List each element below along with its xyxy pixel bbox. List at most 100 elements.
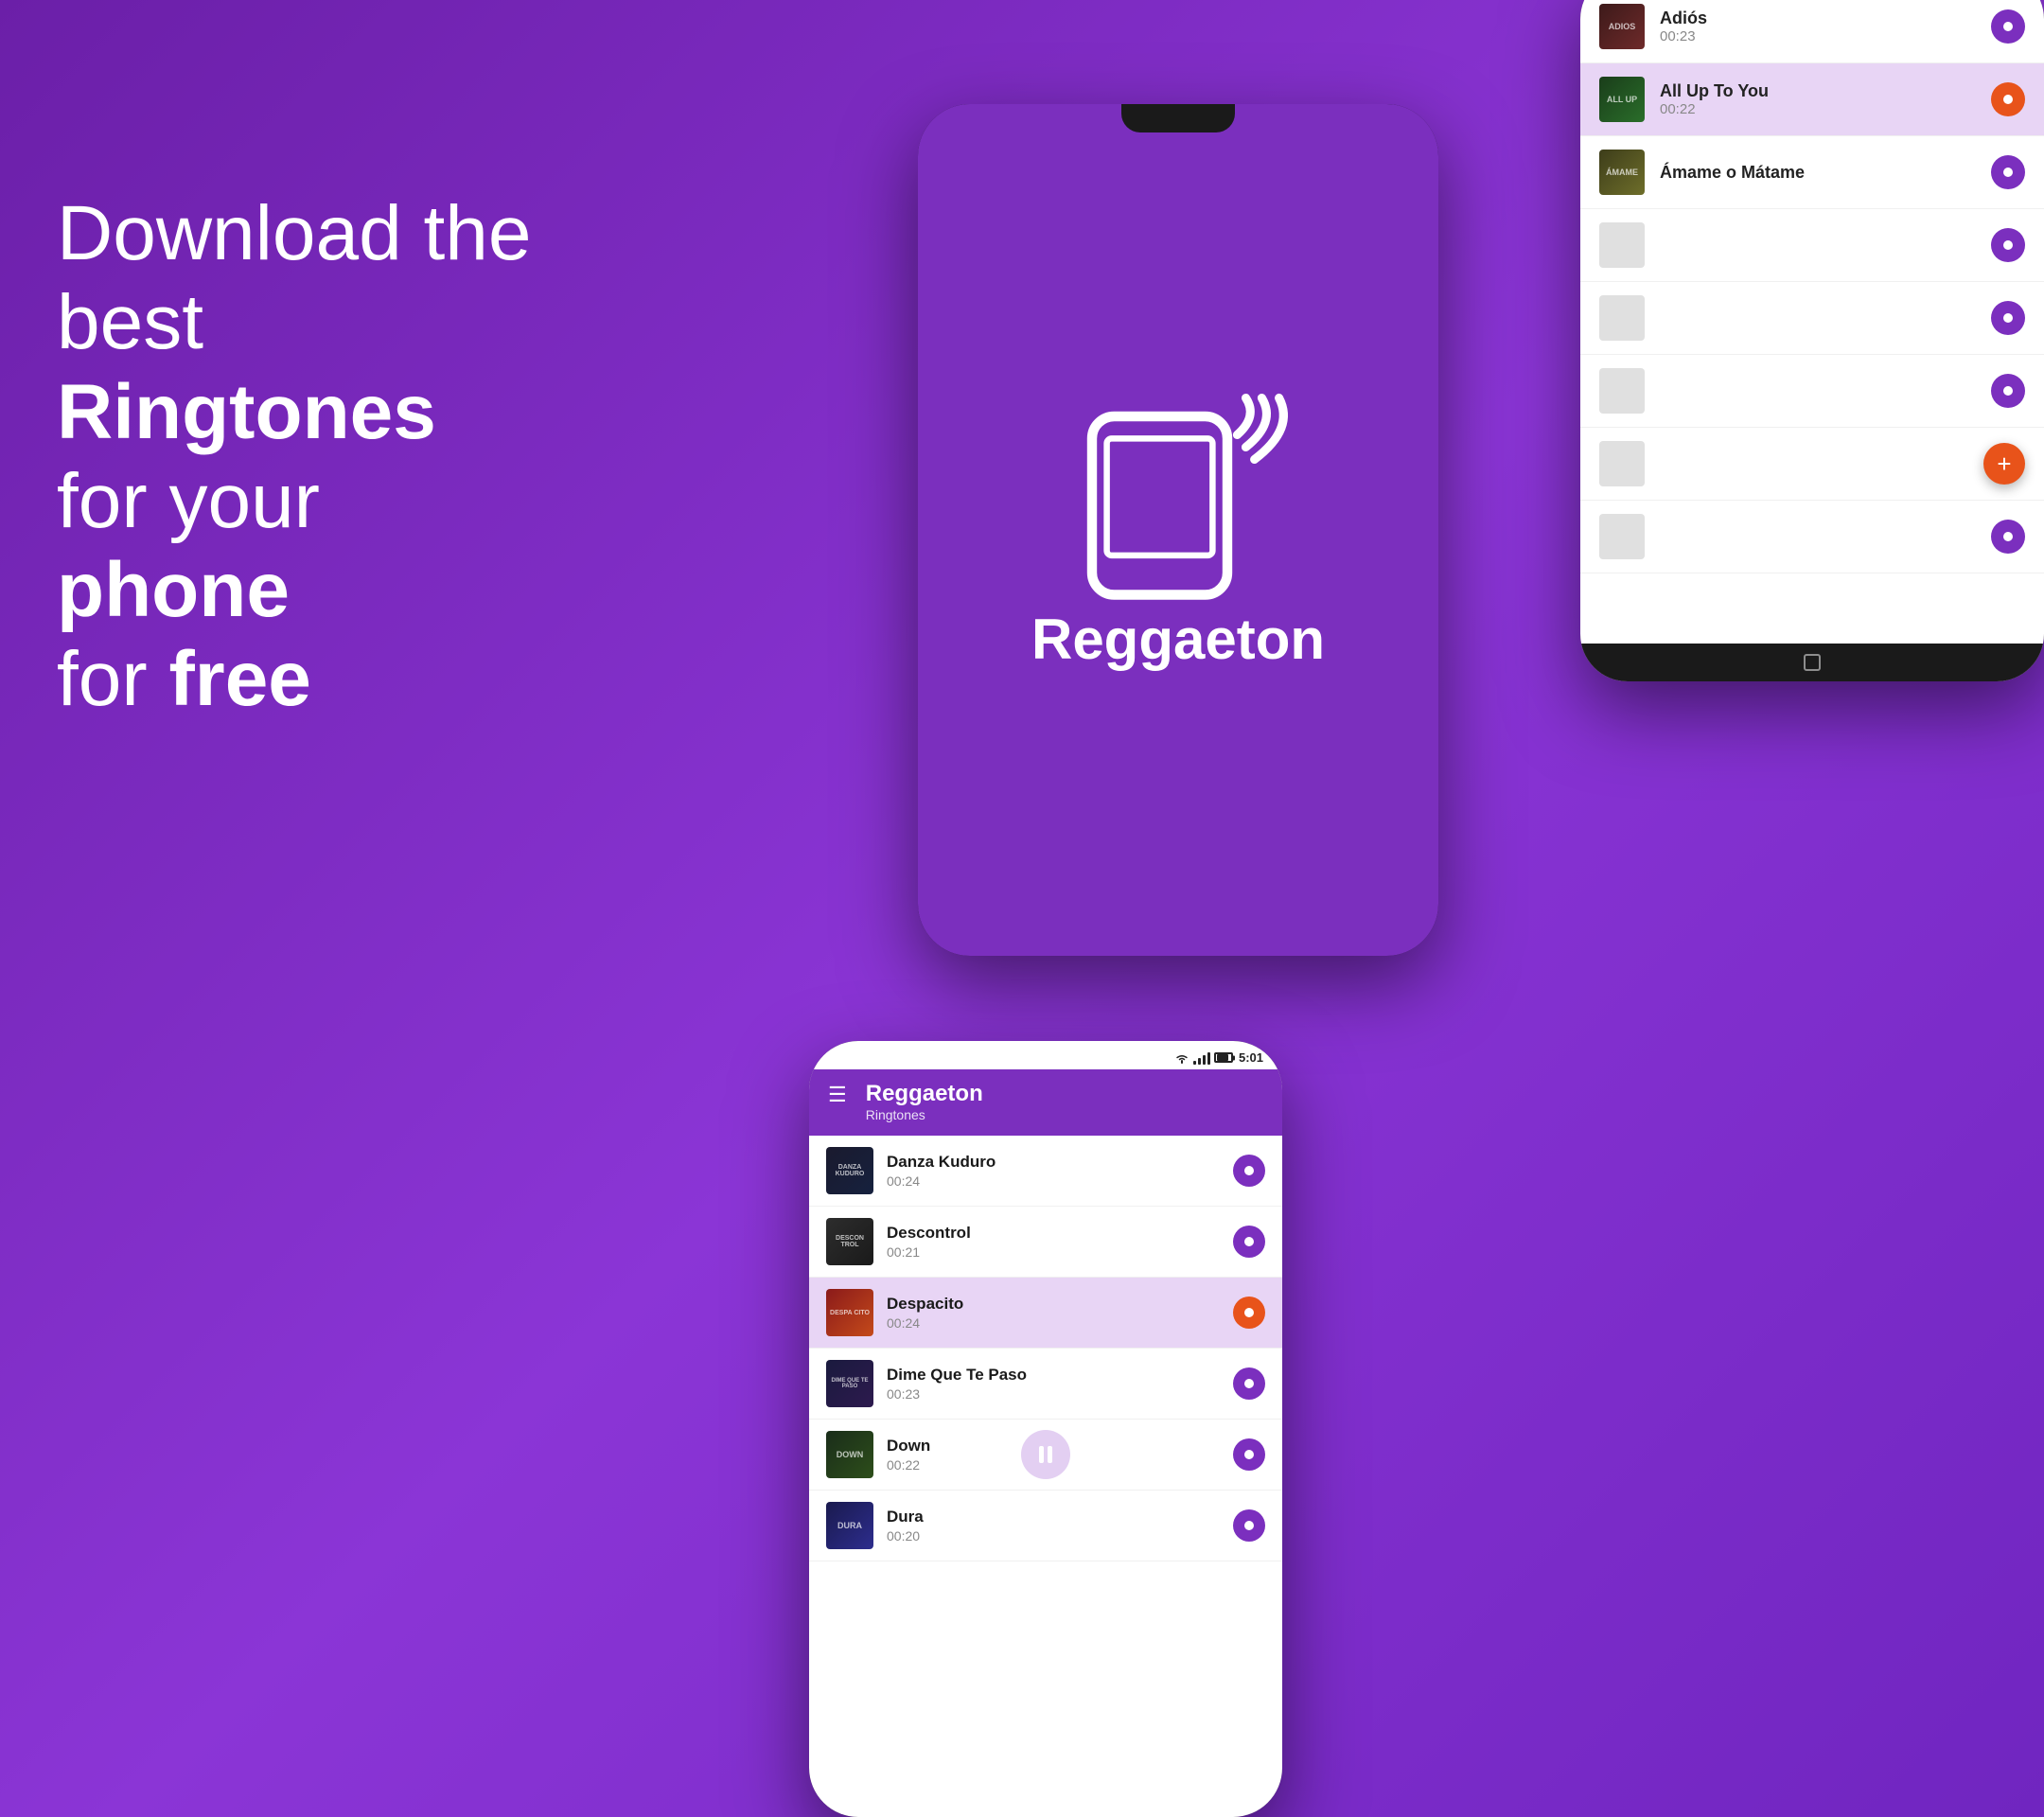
front-play-btn-dura[interactable] [1233, 1509, 1265, 1542]
front-song-item-dime[interactable]: DIME QUE TE PASO Dime Que Te Paso 00:23 [809, 1349, 1282, 1420]
back-play-btn-adios[interactable] [1991, 9, 2025, 44]
front-song-duration-danza: 00:24 [887, 1173, 996, 1189]
phone-center-notch [1121, 104, 1235, 132]
back-song-item-allup[interactable]: ALL UP All Up To You 00:22 [1580, 63, 2044, 136]
signal-bars [1193, 1051, 1210, 1065]
front-song-item-danza[interactable]: DANZA KUDURO Danza Kuduro 00:24 [809, 1136, 1282, 1207]
hero-line1-text: Download the [57, 190, 531, 276]
hero-free-bold: free [168, 636, 310, 722]
front-song-title-dura: Dura [887, 1508, 924, 1526]
front-dot-despacito [1244, 1308, 1254, 1317]
signal-bar-1 [1193, 1061, 1196, 1065]
back-song-item-4[interactable] [1580, 209, 2044, 282]
front-song-item-descontrol[interactable]: DESCON TROL Descontrol 00:21 [809, 1207, 1282, 1278]
back-play-btn-allup[interactable] [1991, 82, 2025, 116]
back-thumb-8 [1599, 514, 1645, 559]
front-song-item-down[interactable]: DOWN Down 00:22 [809, 1420, 1282, 1491]
back-thumb-7 [1599, 441, 1645, 486]
front-song-item-despacito[interactable]: DESPA CITO Despacito 00:24 [809, 1278, 1282, 1349]
back-play-btn-amate[interactable] [1991, 155, 2025, 189]
back-song-item-5[interactable] [1580, 282, 2044, 355]
phone-center-screen: Reggaeton [918, 104, 1438, 956]
back-song-item-amate[interactable]: ÁMAME Ámame o Mátame [1580, 136, 2044, 209]
battery-icon [1214, 1052, 1233, 1063]
back-song-item-7[interactable]: + [1580, 428, 2044, 501]
front-pause-btn-down[interactable] [1021, 1430, 1070, 1479]
front-play-btn-danza[interactable] [1233, 1155, 1265, 1187]
front-song-title-despacito: Despacito [887, 1295, 963, 1314]
front-thumb-dime: DIME QUE TE PASO [826, 1360, 873, 1407]
front-thumb-dura: DURA [826, 1502, 873, 1549]
reggaeton-phone-icon [1055, 389, 1301, 616]
front-play-btn-dime[interactable] [1233, 1367, 1265, 1400]
phone-front-screen: 5:01 ☰ Reggaeton Ringtones DANZA KUDURO [809, 1041, 1282, 1817]
front-song-duration-despacito: 00:24 [887, 1315, 963, 1331]
back-song-item-6[interactable] [1580, 355, 2044, 428]
front-play-btn-despacito[interactable] [1233, 1297, 1265, 1329]
hamburger-icon[interactable]: ☰ [828, 1085, 847, 1105]
back-dot-amate [2003, 168, 2013, 177]
front-song-info-dura: Dura 00:20 [887, 1508, 924, 1544]
phone-back-frame: ADIOS Adiós 00:23 ALL UP All Up [1580, 0, 2044, 681]
front-thumb-down: DOWN [826, 1431, 873, 1478]
back-dot-8 [2003, 532, 2013, 541]
front-song-title-descontrol: Descontrol [887, 1224, 971, 1243]
front-song-info-danza: Danza Kuduro 00:24 [887, 1153, 996, 1189]
reggaeton-label: Reggaeton [1031, 607, 1325, 672]
front-thumb-despacito-text: DESPA CITO [826, 1289, 873, 1336]
back-song-duration-adios: 00:23 [1660, 28, 1707, 44]
front-thumb-dime-text: DIME QUE TE PASO [826, 1360, 873, 1407]
battery-fill [1217, 1054, 1228, 1061]
front-dot-dime [1244, 1379, 1254, 1388]
front-thumb-down-text: DOWN [826, 1431, 873, 1478]
front-song-item-dura[interactable]: DURA Dura 00:20 [809, 1491, 1282, 1561]
front-thumb-dura-text: DURA [826, 1502, 873, 1549]
back-song-info-allup: All Up To You 00:22 [1660, 81, 1769, 117]
front-dot-danza [1244, 1166, 1254, 1175]
signal-bar-4 [1207, 1052, 1210, 1065]
back-play-btn-8[interactable] [1991, 520, 2025, 554]
app-title: Reggaeton [866, 1081, 983, 1107]
status-time: 5:01 [1239, 1050, 1263, 1065]
wifi-icon [1174, 1051, 1189, 1065]
back-thumb-6 [1599, 368, 1645, 414]
front-thumb-descontrol: DESCON TROL [826, 1218, 873, 1265]
back-thumb-5 [1599, 295, 1645, 341]
pause-bar-1 [1039, 1446, 1044, 1463]
back-play-btn-4[interactable] [1991, 228, 2025, 262]
front-play-btn-descontrol[interactable] [1233, 1226, 1265, 1258]
back-song-title-adios: Adiós [1660, 9, 1707, 28]
front-thumb-descontrol-text: DESCON TROL [826, 1218, 873, 1265]
back-play-btn-6[interactable] [1991, 374, 2025, 408]
back-song-item-adios[interactable]: ADIOS Adiós 00:23 [1580, 0, 2044, 63]
back-dot-5 [2003, 313, 2013, 323]
back-song-item-8[interactable] [1580, 501, 2044, 573]
fab-button[interactable]: + [1983, 443, 2025, 485]
front-song-title-down: Down [887, 1437, 930, 1455]
front-song-info-down: Down 00:22 [887, 1437, 930, 1473]
pause-icon [1039, 1446, 1052, 1463]
back-thumb-amate: ÁMAME [1599, 150, 1645, 195]
back-dot-4 [2003, 240, 2013, 250]
hero-line1: Download the [57, 189, 549, 278]
front-dot-dura [1244, 1521, 1254, 1530]
status-icons [1174, 1051, 1233, 1065]
front-song-info-descontrol: Descontrol 00:21 [887, 1224, 971, 1260]
front-play-btn-down[interactable] [1233, 1438, 1265, 1471]
front-song-duration-dime: 00:23 [887, 1386, 1027, 1402]
front-song-info-dime: Dime Que Te Paso 00:23 [887, 1366, 1027, 1402]
nav-bar-back [1580, 644, 2044, 681]
back-song-info-amate: Ámame o Mátame [1660, 163, 1805, 183]
front-song-duration-down: 00:22 [887, 1457, 930, 1473]
back-dot-allup [2003, 95, 2013, 104]
front-thumb-danza-text: DANZA KUDURO [826, 1147, 873, 1194]
back-thumb-4 [1599, 222, 1645, 268]
front-song-title-danza: Danza Kuduro [887, 1153, 996, 1172]
hero-line2: best Ringtones [57, 278, 549, 457]
front-dot-descontrol [1244, 1237, 1254, 1246]
front-thumb-despacito: DESPA CITO [826, 1289, 873, 1336]
nav-square-back [1804, 654, 1821, 671]
front-song-info-despacito: Despacito 00:24 [887, 1295, 963, 1331]
back-play-btn-5[interactable] [1991, 301, 2025, 335]
signal-bar-3 [1203, 1055, 1206, 1065]
